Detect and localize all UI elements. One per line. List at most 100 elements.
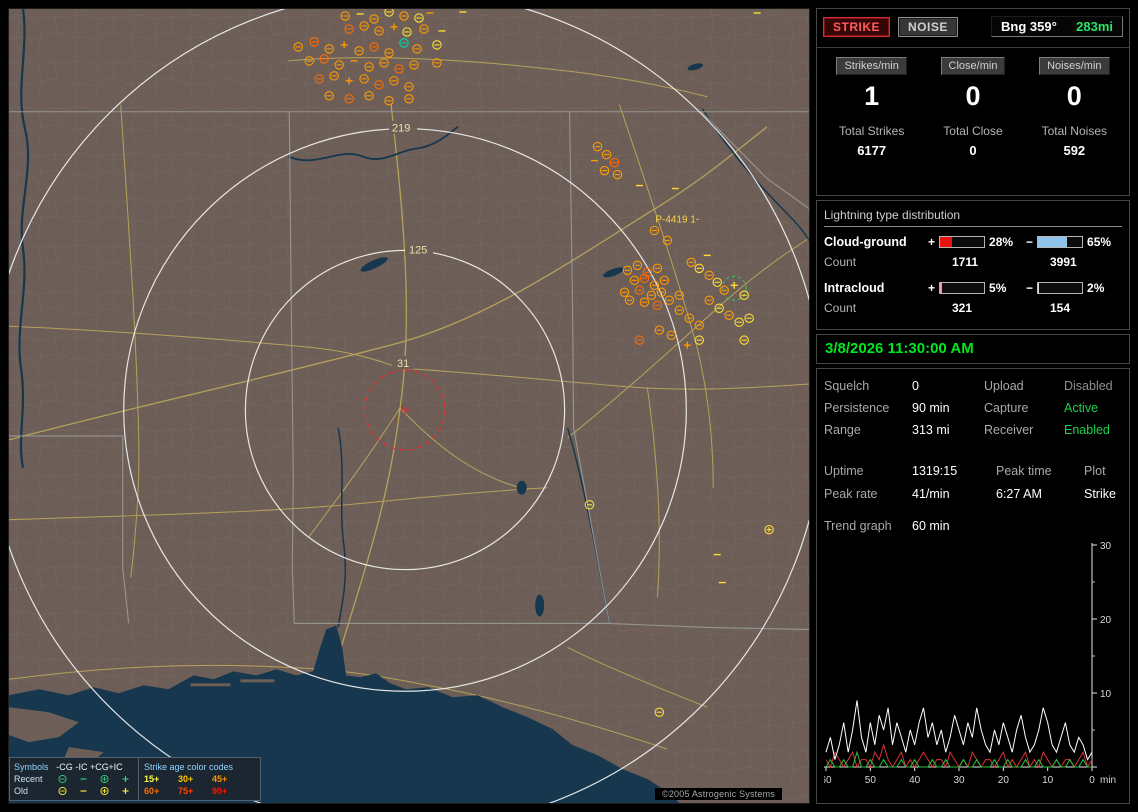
age-code-label: 45+ [212, 774, 228, 784]
legend-age-row: 60+ 75+ 90+ [144, 785, 255, 797]
counters-panel: STRIKE NOISE Bng 359° 283mi Strikes/min … [816, 8, 1130, 196]
strike-indicator-button[interactable]: STRIKE [823, 16, 891, 37]
age-code-label: 30+ [178, 774, 194, 784]
svg-text:10: 10 [1042, 775, 1054, 786]
persistence-label: Persistence [824, 401, 890, 415]
bearing-display: Bng 359° 283mi [991, 16, 1123, 37]
legend-symbol-rows: Recent Old [14, 773, 134, 797]
bearing-distance: 283mi [1076, 19, 1113, 34]
legend-symbol-row: Old [14, 785, 134, 797]
cg-negative-bar [1037, 236, 1084, 248]
ic-negative-bar-cell: − 2% [1026, 281, 1124, 295]
map-svg: 219 125 31 P-4419 1- [9, 9, 809, 803]
cg-positive-count: 1711 [952, 255, 979, 269]
age-code-label: 75+ [178, 786, 194, 796]
status-grid-2: Uptime 1319:15 Peak time Plot Peak rate … [824, 464, 1122, 501]
trend-window-value: 60 min [912, 519, 950, 533]
noise-indicator-button[interactable]: NOISE [898, 16, 958, 37]
close-per-min-button[interactable]: Close/min [940, 57, 1006, 75]
total-strikes-value: 6177 [857, 143, 887, 158]
status-panel: Squelch 0 Upload Disabled Persistence 90… [816, 368, 1130, 804]
age-code-label: 90+ [212, 786, 228, 796]
distribution-grid: Cloud-ground + 28% − 65% Count 1711 3991… [824, 227, 1122, 315]
svg-text:min: min [1100, 775, 1116, 786]
strikes-counter-column: Strikes/min 1 Total Strikes 6177 [821, 56, 922, 158]
legend-p-icon [122, 776, 129, 782]
plot-label: Plot [1084, 464, 1106, 478]
ic-negative-bar [1037, 282, 1084, 294]
legend-symbol-row: Recent [14, 773, 134, 785]
ring-label-31: 31 [397, 358, 409, 370]
plus-sign: + [928, 235, 936, 249]
range-label: Range [824, 423, 861, 437]
noises-per-min-button[interactable]: Noises/min [1039, 57, 1110, 75]
peak-rate-label: Peak rate [824, 487, 878, 501]
total-close-value: 0 [969, 143, 977, 158]
legend-symbol-columns: -CG -IC +CG +IC [56, 762, 124, 772]
cg-positive-pct: 28% [989, 235, 1014, 249]
trend-chart-svg: 10 20 30 60 50 40 30 20 10 0 min [820, 541, 1116, 786]
age-code-label: 60+ [144, 786, 160, 796]
age-code-label: 15+ [144, 774, 160, 784]
legend-symbols-title: Symbols [14, 761, 49, 772]
legend-symbols-header: Symbols -CG -IC +CG +IC [14, 760, 134, 773]
indicator-row: STRIKE NOISE Bng 359° 283mi [817, 9, 1129, 43]
map-canvas[interactable]: 219 125 31 P-4419 1- Symbols -CG -IC +CG +I… [8, 8, 810, 804]
station-label: P-4419 1- [655, 214, 699, 225]
persistence-value: 90 min [912, 401, 950, 415]
distribution-panel: Lightning type distribution Cloud-ground… [816, 200, 1130, 330]
close-per-min-value: 0 [965, 81, 981, 111]
peak-time-label: Peak time [996, 464, 1052, 478]
plot-value: Strike [1084, 487, 1116, 501]
svg-text:60: 60 [824, 775, 832, 786]
ring-label-219: 219 [392, 123, 410, 135]
datetime-display: 3/8/2026 11:30:00 AM [825, 340, 974, 357]
legend-cp-icon [100, 774, 109, 784]
uptime-value: 1319:15 [912, 464, 958, 478]
legend-col-header: +IC [108, 761, 123, 772]
total-noises-label: Total Noises [1041, 124, 1107, 138]
legend-age-row: 15+ 30+ 45+ [144, 773, 255, 785]
map-legend: Symbols -CG -IC +CG +IC Recent Old Strike ag… [9, 757, 261, 801]
cg-negative-pct: 65% [1087, 235, 1112, 249]
close-counter-column: Close/min 0 Total Close 0 [922, 56, 1023, 158]
minus-sign: − [1026, 281, 1034, 295]
cg-count-label: Count [824, 255, 857, 269]
cloud-ground-label: Cloud-ground [824, 235, 907, 249]
distribution-title: Lightning type distribution [824, 208, 1122, 227]
legend-age-rows: 15+ 30+ 45+ 60+ 75+ 90+ [144, 773, 255, 797]
legend-cm-icon [58, 786, 67, 796]
svg-text:50: 50 [865, 775, 877, 786]
squelch-label: Squelch [824, 379, 870, 393]
cg-negative-count: 3991 [1050, 255, 1077, 269]
ic-positive-bar [939, 282, 986, 294]
legend-col-header: +CG [90, 761, 109, 772]
upload-label: Upload [984, 379, 1024, 393]
total-noises-value: 592 [1063, 143, 1086, 158]
legend-row-label: Old [14, 786, 29, 796]
noises-counter-column: Noises/min 0 Total Noises 592 [1024, 56, 1125, 158]
legend-symbols-section: Symbols -CG -IC +CG +IC Recent Old [10, 758, 139, 800]
legend-col-header: -IC [75, 761, 88, 772]
svg-text:0: 0 [1089, 775, 1095, 786]
legend-cm-icon [58, 774, 67, 784]
legend-m-icon [80, 778, 87, 780]
ic-negative-count: 154 [1050, 301, 1071, 315]
cg-positive-bar [939, 236, 986, 248]
ic-positive-pct: 5% [989, 281, 1007, 295]
strikes-per-min-button[interactable]: Strikes/min [836, 57, 907, 75]
trend-series-total-strikes [825, 700, 1093, 761]
app-window: 219 125 31 P-4419 1- Symbols -CG -IC +CG +I… [0, 0, 1138, 812]
svg-text:30: 30 [1100, 541, 1112, 552]
ring-label-125: 125 [409, 244, 427, 256]
trend-series-cg-strikes [825, 743, 1093, 769]
svg-text:40: 40 [909, 775, 921, 786]
legend-age-header: Strike age color codes [144, 760, 255, 773]
datetime-panel: 3/8/2026 11:30:00 AM [816, 334, 1130, 364]
cg-positive-bar-cell: + 28% [928, 235, 1026, 249]
ic-positive-bar-cell: + 5% [928, 281, 1026, 295]
svg-text:20: 20 [998, 775, 1010, 786]
receiver-value: Enabled [1064, 423, 1110, 437]
peak-rate-value: 41/min [912, 487, 950, 501]
upload-value: Disabled [1064, 379, 1113, 393]
